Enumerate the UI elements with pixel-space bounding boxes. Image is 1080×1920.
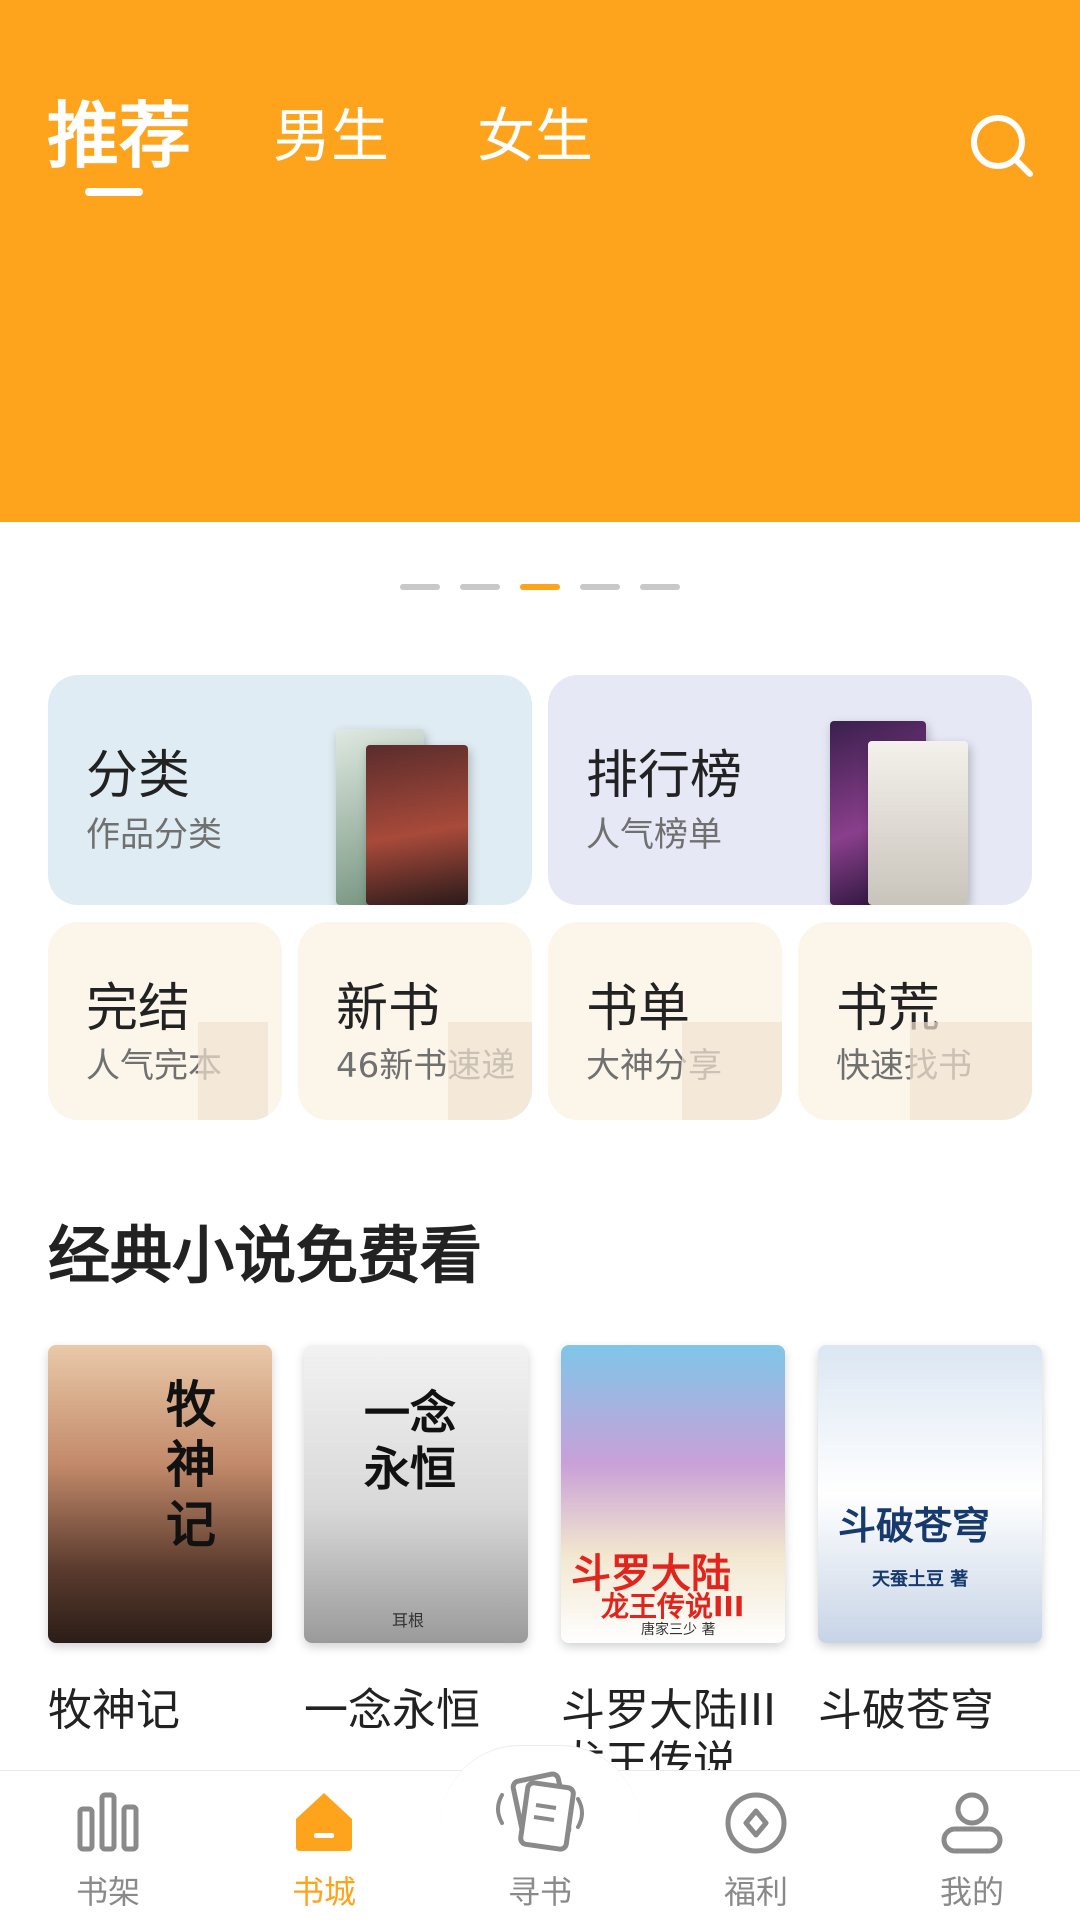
- find-book-icon: [496, 1771, 584, 1852]
- nav-bookstore[interactable]: 书城: [216, 1771, 432, 1920]
- cover-author: 唐家三少 著: [641, 1622, 716, 1638]
- nav-profile[interactable]: 我的: [864, 1771, 1080, 1920]
- card-title: 新书: [336, 979, 441, 1039]
- ranking-card[interactable]: 排行榜 人气榜单: [548, 675, 1032, 905]
- cover-title: 牧神记: [166, 1376, 216, 1554]
- card-title: 分类: [86, 746, 191, 806]
- nav-bookshelf[interactable]: 书架: [0, 1771, 216, 1920]
- nav-label: 寻书: [507, 1873, 572, 1911]
- category-card[interactable]: 分类 作品分类: [48, 675, 532, 905]
- book-cover-image: [868, 741, 968, 905]
- active-tab-indicator: [85, 188, 143, 196]
- book-cover[interactable]: 斗破苍穹 天蚕土豆 著: [818, 1345, 1042, 1643]
- bottom-navigation: 书架 书城 寻书 福利 我的: [0, 1745, 1080, 1920]
- book-title: 斗破苍穹: [818, 1685, 994, 1736]
- tab-female[interactable]: 女生: [477, 96, 593, 176]
- tab-recommend[interactable]: 推荐: [47, 94, 192, 196]
- nav-label: 书架: [75, 1873, 140, 1911]
- card-subtitle: 人气榜单: [586, 815, 722, 855]
- completed-books-card[interactable]: 完结 人气完本: [48, 922, 282, 1120]
- cover-author: 天蚕土豆 著: [872, 1569, 969, 1590]
- book-title: 一念永恒: [304, 1685, 480, 1736]
- cover-title: 一念永恒: [364, 1386, 456, 1496]
- pager-dot[interactable]: [400, 584, 440, 590]
- card-title: 书单: [586, 979, 691, 1039]
- book-cover-image: [366, 745, 468, 905]
- card-subtitle: 作品分类: [86, 815, 222, 855]
- book-cover[interactable]: 牧神记: [48, 1345, 272, 1643]
- pager-dot-active[interactable]: [520, 584, 560, 590]
- pager-dot[interactable]: [580, 584, 620, 590]
- nav-label: 福利: [723, 1873, 788, 1911]
- header-banner[interactable]: 推荐 男生 女生: [0, 0, 1080, 522]
- card-title: 排行榜: [586, 746, 743, 806]
- pager-dot[interactable]: [640, 584, 680, 590]
- nav-find-book[interactable]: 寻书: [432, 1771, 648, 1920]
- nav-label: 我的: [939, 1873, 1004, 1911]
- pager-dot[interactable]: [460, 584, 500, 590]
- cover-author: 耳根: [392, 1611, 425, 1630]
- book-title: 牧神记: [48, 1685, 180, 1736]
- nav-welfare[interactable]: 福利: [648, 1771, 864, 1920]
- profile-icon: [941, 1792, 1003, 1854]
- search-button[interactable]: [966, 110, 1038, 182]
- new-books-card[interactable]: 新书 46新书速递: [298, 922, 532, 1120]
- book-cover[interactable]: 一念永恒 耳根: [304, 1345, 528, 1643]
- tab-label: 女生: [477, 102, 594, 170]
- nav-label: 书城: [291, 1873, 356, 1911]
- tab-male[interactable]: 男生: [273, 96, 389, 176]
- bookstore-home-icon: [296, 1793, 352, 1851]
- card-title: 完结: [86, 979, 191, 1039]
- search-icon: [971, 115, 1033, 177]
- bookshelf-icon: [77, 1792, 139, 1852]
- card-decoration: [910, 1022, 1032, 1120]
- book-cover[interactable]: 斗罗大陆 龙王传说III 唐家三少 著: [561, 1345, 785, 1643]
- section-title: 经典小说免费看: [48, 1219, 483, 1292]
- booklist-card[interactable]: 书单 大神分享: [548, 922, 782, 1120]
- card-decoration: [682, 1022, 782, 1120]
- card-decoration: [198, 1022, 268, 1120]
- tab-label: 推荐: [47, 94, 192, 178]
- tab-label: 男生: [273, 102, 390, 170]
- coin-welfare-icon: [725, 1792, 787, 1854]
- cover-title: 斗破苍穹: [838, 1504, 991, 1548]
- find-books-card[interactable]: 书荒 快速找书: [798, 922, 1032, 1120]
- card-decoration: [448, 1022, 532, 1120]
